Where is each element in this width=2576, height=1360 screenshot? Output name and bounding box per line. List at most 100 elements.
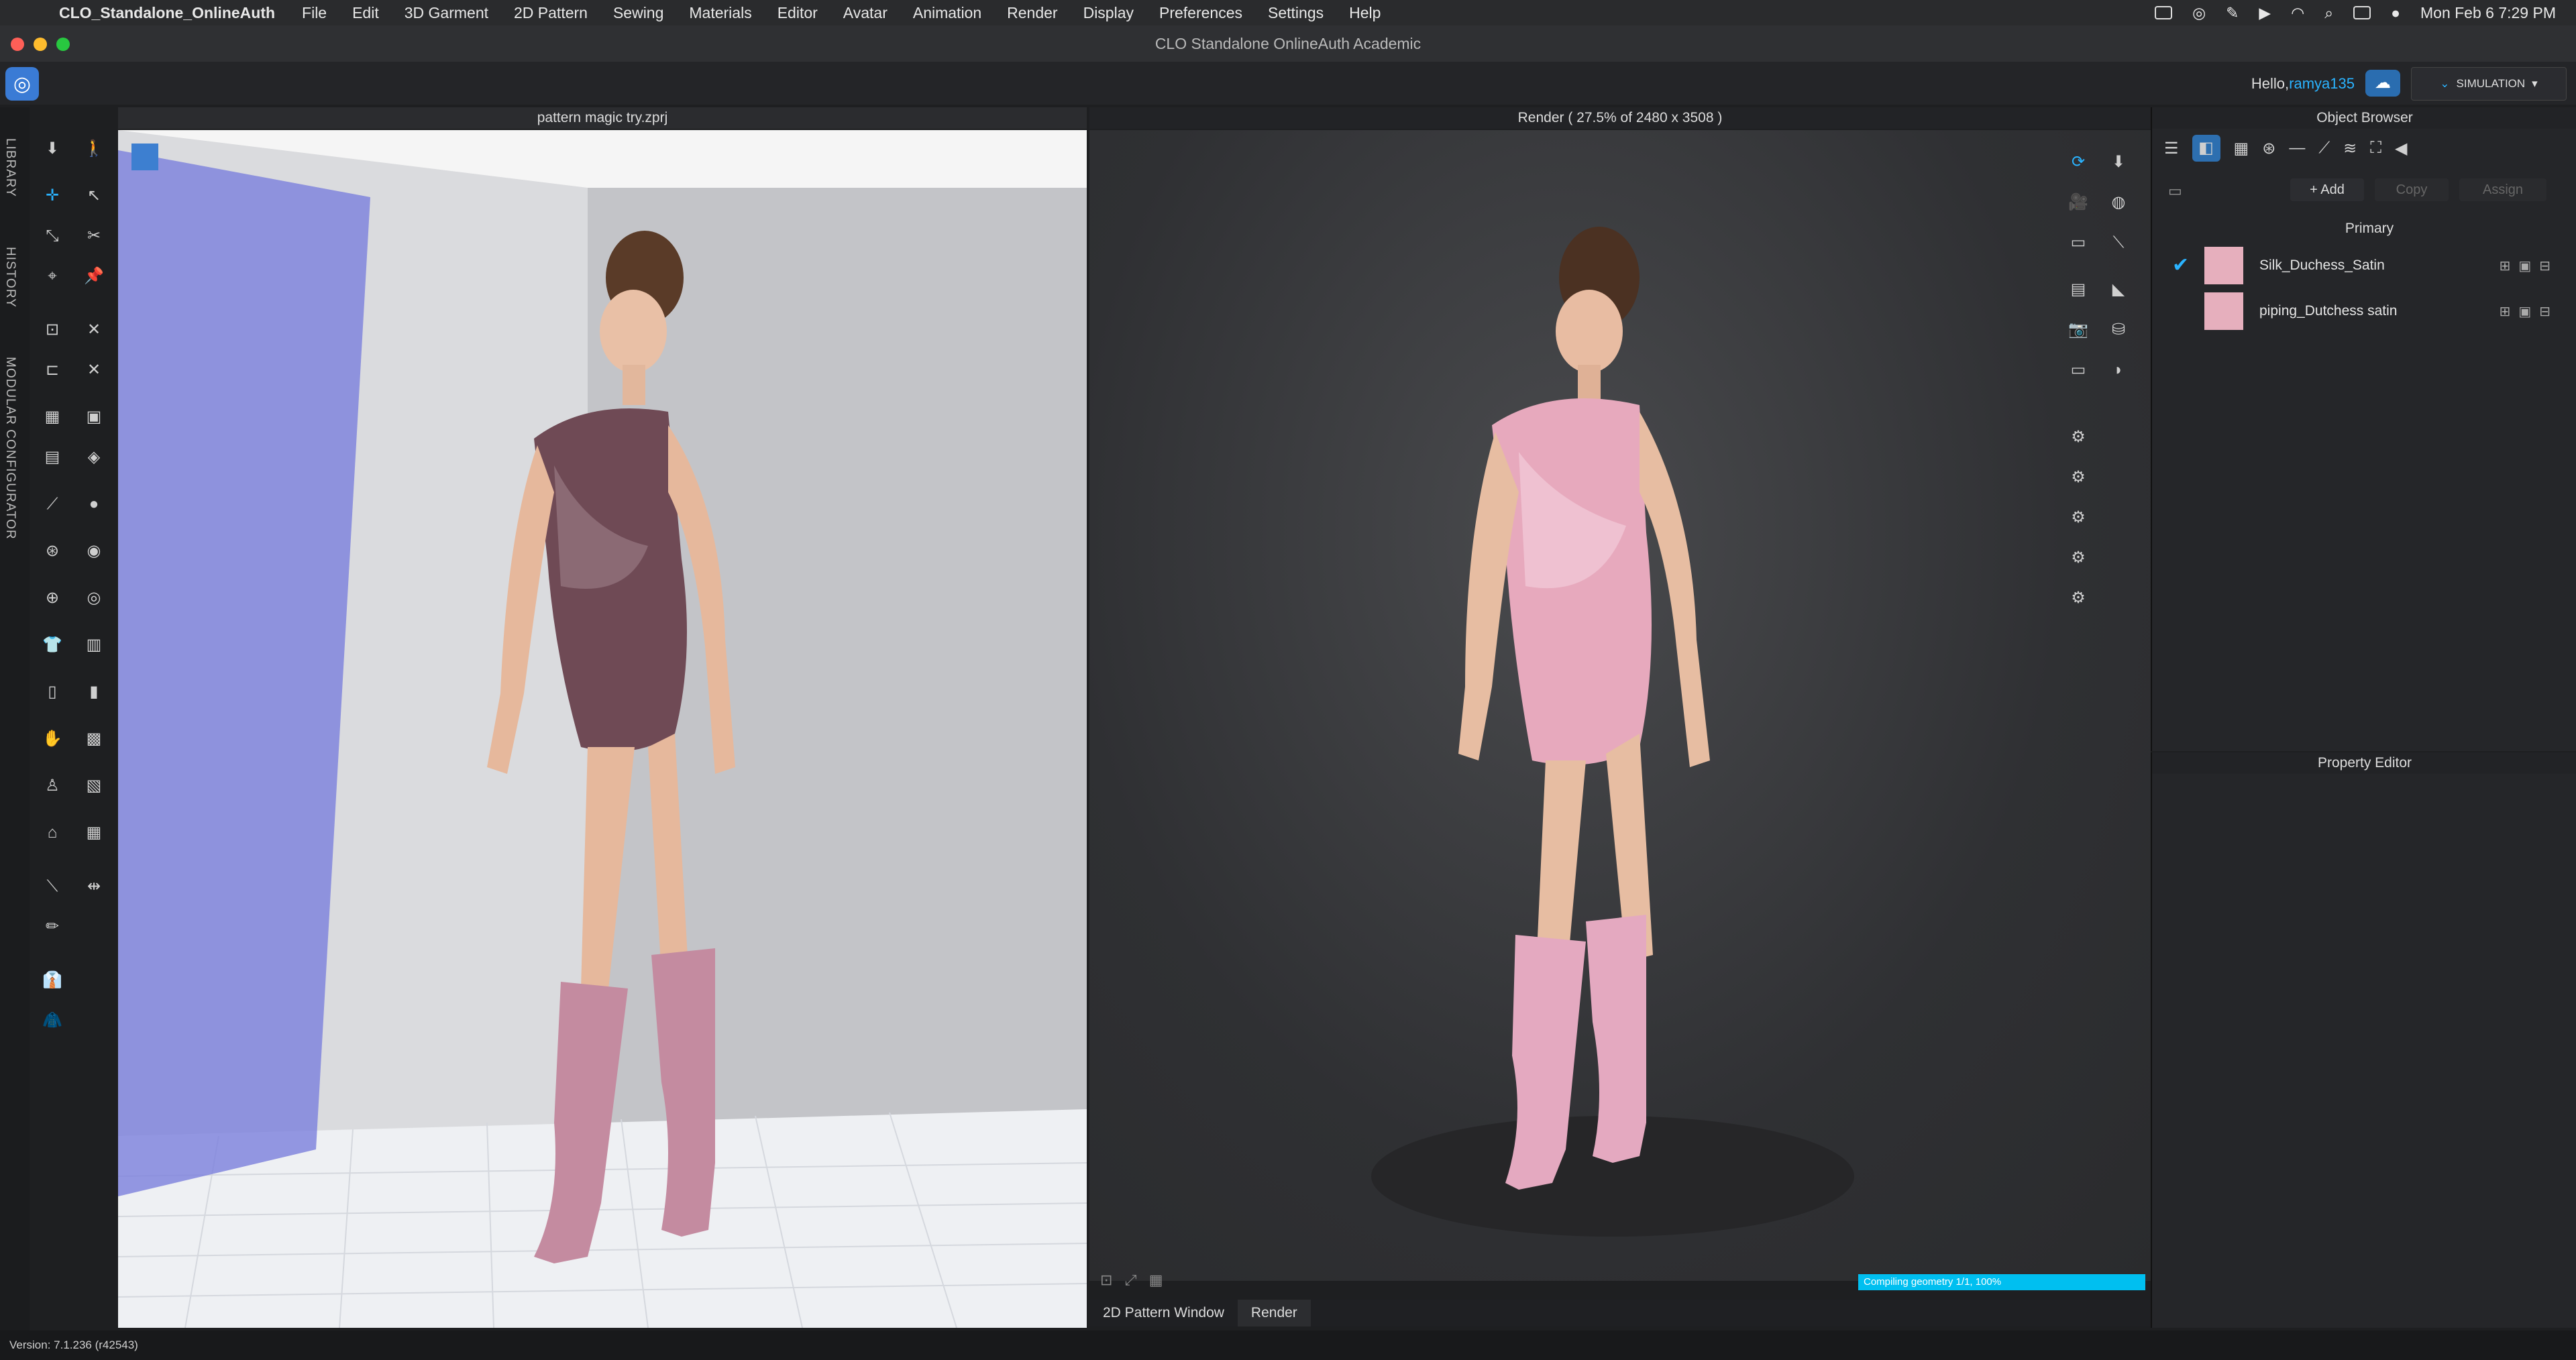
button-icon[interactable]: ●: [79, 490, 109, 519]
app-menu[interactable]: CLO_Standalone_OnlineAuth: [59, 4, 275, 22]
folder-icon[interactable]: ▭: [2168, 182, 2182, 200]
control-center-icon[interactable]: [2353, 6, 2371, 19]
assign-button[interactable]: Assign: [2459, 178, 2546, 201]
menu-2d-pattern[interactable]: 2D Pattern: [514, 4, 588, 22]
clo-logo-icon[interactable]: ◎: [5, 67, 39, 101]
texture-icon[interactable]: ▩: [79, 724, 109, 754]
render-start-icon[interactable]: ⟳: [2063, 148, 2093, 177]
steam-icon[interactable]: ▦: [38, 402, 67, 432]
menu-avatar[interactable]: Avatar: [843, 4, 888, 22]
3d-viewport[interactable]: [118, 130, 1087, 1328]
zoom-icon[interactable]: ⤢: [1125, 1271, 1137, 1288]
shirt-icon[interactable]: 👕: [38, 630, 67, 660]
menu-file[interactable]: File: [302, 4, 327, 22]
fabric-actions-icon[interactable]: ⊞▣⊟: [2500, 258, 2559, 274]
jacket-icon[interactable]: 🧥: [38, 1006, 67, 1035]
tab-history[interactable]: HISTORY: [3, 247, 17, 308]
graphic-icon[interactable]: ▧: [79, 771, 109, 801]
simulation-mode-button[interactable]: ⌄ SIMULATION ▾: [2411, 67, 2567, 101]
zipper-tab-icon[interactable]: ⟋: [2318, 139, 2330, 158]
turntable-icon[interactable]: ⚙: [2063, 583, 2093, 613]
colorway-selector[interactable]: Primary: [2168, 219, 2571, 239]
grid-icon[interactable]: ▦: [79, 818, 109, 848]
layer-icon[interactable]: ▮: [79, 677, 109, 707]
username[interactable]: ramya135: [2289, 75, 2355, 92]
hand-icon[interactable]: ✋: [38, 724, 67, 754]
cylinder-icon[interactable]: ⛁: [2104, 315, 2133, 345]
play-icon[interactable]: ▶: [2259, 4, 2271, 22]
siri-icon[interactable]: ●: [2391, 4, 2400, 22]
scene-icon[interactable]: [131, 144, 158, 170]
pencil-icon[interactable]: ✏: [38, 912, 67, 942]
puckering-tab-icon[interactable]: ≋: [2343, 139, 2357, 158]
select-mesh-icon[interactable]: ↖: [79, 181, 109, 211]
camera-icon[interactable]: 🎥: [2063, 188, 2093, 217]
spotlight-icon[interactable]: ◣: [2104, 275, 2133, 304]
menu-materials[interactable]: Materials: [689, 4, 751, 22]
pattern-icon[interactable]: ◈: [79, 443, 109, 472]
scene-settings-icon[interactable]: ⚙: [2063, 543, 2093, 573]
menu-preferences[interactable]: Preferences: [1159, 4, 1242, 22]
menu-help[interactable]: Help: [1349, 4, 1381, 22]
measure-icon[interactable]: ✕: [79, 355, 109, 385]
menu-3d-garment[interactable]: 3D Garment: [405, 4, 488, 22]
fabric-item[interactable]: piping_Dutchess satin ⊞▣⊟: [2167, 290, 2572, 333]
video-icon[interactable]: ▭: [2063, 228, 2093, 258]
garment-fit-icon[interactable]: 👔: [38, 966, 67, 995]
graphic-tab-icon[interactable]: ▦: [2234, 139, 2249, 158]
button-hole-icon[interactable]: ◉: [79, 536, 109, 566]
button-tab-icon[interactable]: ⊛: [2262, 139, 2275, 158]
avatar-walk-icon[interactable]: 🚶: [79, 134, 109, 164]
script-icon[interactable]: ✎: [2226, 4, 2239, 22]
layers-icon[interactable]: ▤: [2063, 275, 2093, 304]
snapshot-icon[interactable]: 📷: [2063, 315, 2093, 345]
tab-2d-pattern-window[interactable]: 2D Pattern Window: [1089, 1300, 1238, 1326]
menu-animation[interactable]: Animation: [913, 4, 981, 22]
menu-display[interactable]: Display: [1083, 4, 1134, 22]
light-icon[interactable]: ⟍: [2104, 228, 2133, 258]
camera-settings-icon[interactable]: ⚙: [2063, 463, 2093, 492]
line-icon[interactable]: ⟋: [38, 490, 67, 519]
fabric-item[interactable]: ✔ Silk_Duchess_Satin ⊞▣⊟: [2167, 244, 2572, 287]
segment-sewing-icon[interactable]: ⊡: [38, 315, 67, 345]
menu-settings[interactable]: Settings: [1268, 4, 1324, 22]
creative-cloud-icon[interactable]: ◎: [2192, 4, 2206, 22]
tab-modular-configurator[interactable]: MODULAR CONFIGURATOR: [3, 357, 17, 540]
render-viewport[interactable]: [1089, 130, 2151, 1281]
film-icon[interactable]: ▭: [2063, 355, 2093, 385]
zoom-fit-icon[interactable]: ⊡: [1100, 1271, 1112, 1288]
simulation-icon[interactable]: ⬇: [38, 134, 67, 164]
book-icon[interactable]: ▯: [38, 677, 67, 707]
menu-editor[interactable]: Editor: [777, 4, 818, 22]
render-settings-icon[interactable]: ⚙: [2063, 422, 2093, 452]
arrangement-icon[interactable]: ⌂: [38, 818, 67, 848]
select-move-icon[interactable]: ✛: [38, 181, 67, 211]
avatar-icon[interactable]: ♙: [38, 771, 67, 801]
grid-icon[interactable]: ▦: [1149, 1271, 1163, 1288]
fold-arrangement-icon[interactable]: ✂: [79, 221, 109, 251]
dome-icon[interactable]: ◗: [2104, 355, 2133, 385]
trim-icon[interactable]: ⊕: [38, 583, 67, 613]
light-settings-icon[interactable]: ⚙: [2063, 503, 2093, 532]
puckering-icon[interactable]: ◎: [79, 583, 109, 613]
fabric-actions-icon[interactable]: ⊞▣⊟: [2500, 303, 2559, 320]
free-sewing-icon[interactable]: ✕: [79, 315, 109, 345]
clock-text[interactable]: Mon Feb 6 7:29 PM: [2420, 4, 2556, 22]
tab-library[interactable]: LIBRARY: [3, 138, 17, 197]
pin-icon[interactable]: 📌: [79, 262, 109, 291]
fabric-tab-icon[interactable]: ◧: [2192, 135, 2220, 162]
zipper-icon[interactable]: ⊛: [38, 536, 67, 566]
status-icon[interactable]: [2155, 6, 2173, 19]
pleat-icon[interactable]: ▥: [79, 630, 109, 660]
trims-tab-icon[interactable]: ⛶: [2370, 139, 2381, 158]
menu-render[interactable]: Render: [1007, 4, 1057, 22]
copy-button[interactable]: Copy: [2375, 178, 2449, 201]
search-icon[interactable]: ⌕: [2324, 4, 2333, 22]
tab-render[interactable]: Render: [1237, 1300, 1311, 1326]
list-icon[interactable]: ☰: [2164, 139, 2179, 158]
shrink-icon[interactable]: ▣: [79, 402, 109, 432]
cloud-button[interactable]: ☁: [2365, 70, 2400, 97]
ruler-icon[interactable]: ⇹: [79, 872, 109, 901]
topstitch-tab-icon[interactable]: —: [2289, 139, 2305, 158]
download-icon[interactable]: ⬇: [2104, 148, 2133, 177]
